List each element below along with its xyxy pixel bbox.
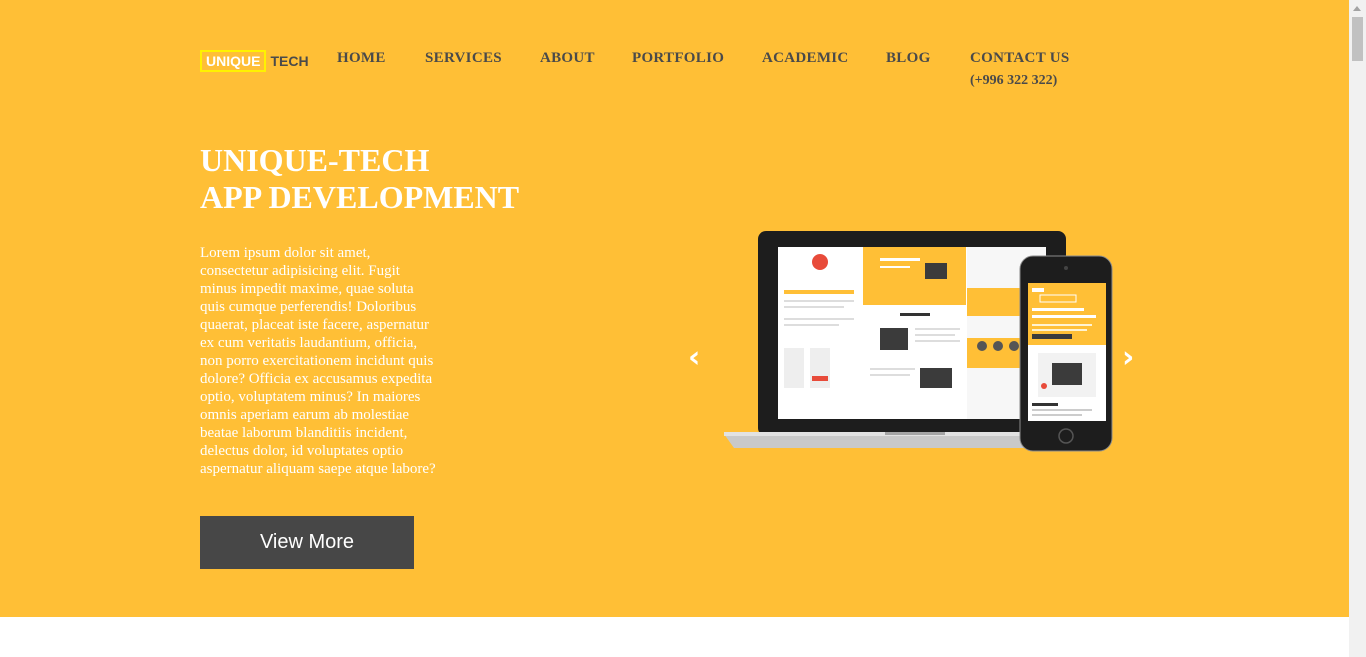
site-logo[interactable]: UNIQUE TECH <box>200 50 309 72</box>
logo-boxed-text: UNIQUE <box>200 50 267 72</box>
chevron-left-icon[interactable]: ‹ <box>688 343 700 373</box>
hero-description: Lorem ipsum dolor sit amet, consectetur … <box>200 245 436 477</box>
hero-title-line1: UNIQUE-TECH <box>200 142 430 178</box>
devices-mockup-image <box>724 231 1113 452</box>
hero-title: UNIQUE-TECH APP DEVELOPMENT <box>200 142 519 216</box>
nav-portfolio[interactable]: PORTFOLIO <box>632 50 724 67</box>
chevron-right-icon[interactable]: › <box>1122 343 1134 373</box>
view-more-button[interactable]: View More <box>200 516 414 569</box>
logo-text: TECH <box>270 53 309 69</box>
nav-contact-us[interactable]: CONTACT US <box>970 50 1070 67</box>
nav-services[interactable]: SERVICES <box>425 50 502 67</box>
hero-title-line2: APP DEVELOPMENT <box>200 179 520 215</box>
page-scrollbar[interactable] <box>1349 0 1366 657</box>
hero-section: UNIQUE TECH HOME SERVICES ABOUT PORTFOLI… <box>0 0 1349 617</box>
nav-blog[interactable]: BLOG <box>886 50 931 67</box>
nav-home[interactable]: HOME <box>337 50 386 67</box>
nav-about[interactable]: ABOUT <box>540 50 595 67</box>
contact-phone: (+996 322 322) <box>970 73 1058 88</box>
scroll-up-arrow-icon[interactable] <box>1349 0 1366 17</box>
nav-academic[interactable]: ACADEMIC <box>762 50 849 67</box>
scrollbar-thumb[interactable] <box>1352 17 1363 61</box>
